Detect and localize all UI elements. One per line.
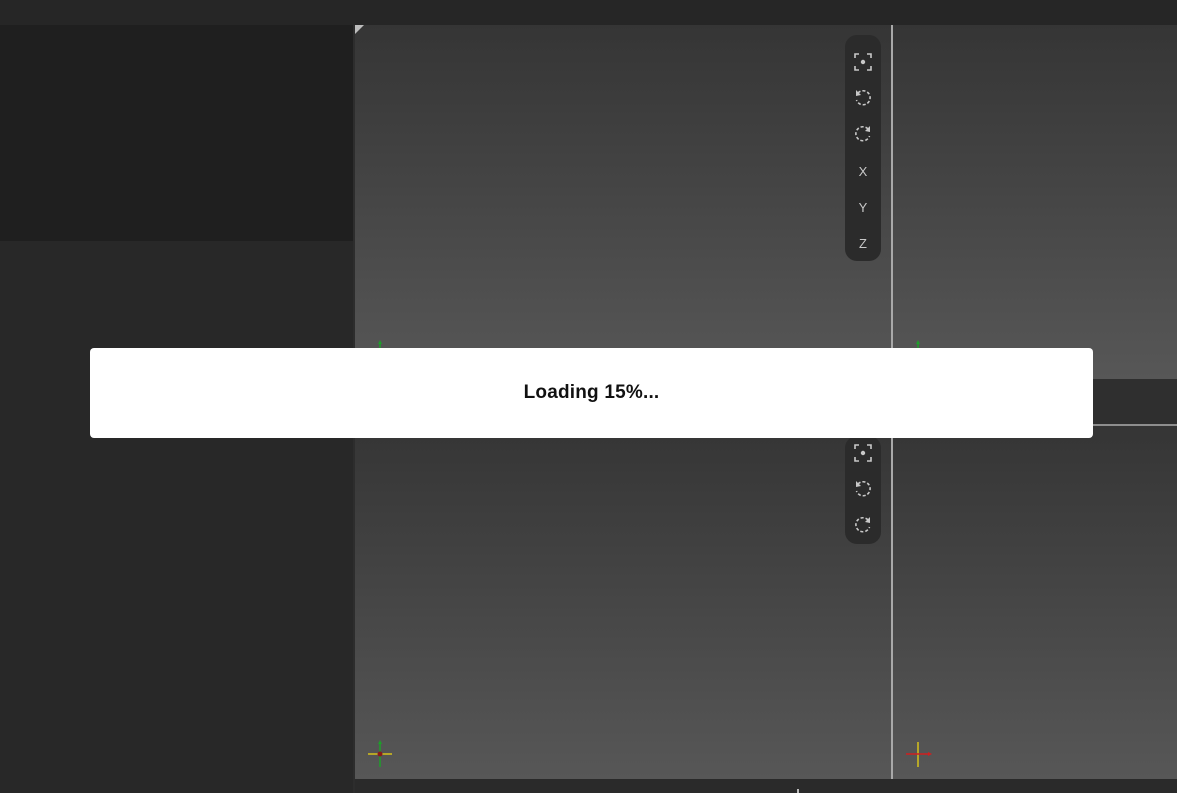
viewport-top-left[interactable]	[355, 25, 891, 379]
bottom-marker	[797, 789, 799, 793]
rotate-right-button[interactable]	[845, 117, 881, 153]
rotate-ccw-icon	[853, 479, 873, 502]
axes-gizmo	[365, 739, 395, 769]
axis-z-button[interactable]: Z	[845, 225, 881, 261]
top-bar	[0, 0, 1177, 25]
rotate-cw-icon	[853, 124, 873, 147]
viewport-toolbar-bottom	[845, 436, 881, 544]
focus-button[interactable]	[845, 436, 881, 472]
focus-button[interactable]	[845, 45, 881, 81]
viewport-bottom-left[interactable]	[355, 426, 891, 779]
viewport-corner-marker	[355, 25, 364, 34]
focus-icon	[853, 52, 873, 75]
axis-y-button[interactable]: Y	[845, 189, 881, 225]
axes-gizmo	[903, 739, 933, 769]
left-panel-bottom	[0, 241, 354, 793]
rotate-right-button[interactable]	[845, 508, 881, 544]
viewport-bottom-right[interactable]	[893, 426, 1177, 779]
viewport-toolbar-top: X Y Z	[845, 35, 881, 261]
loading-message: Loading 15%...	[523, 382, 660, 403]
axis-x-button[interactable]: X	[845, 153, 881, 189]
rotate-ccw-icon	[853, 88, 873, 111]
rotate-left-button[interactable]	[845, 81, 881, 117]
viewport-top-right[interactable]	[893, 25, 1177, 379]
rotate-left-button[interactable]	[845, 472, 881, 508]
focus-icon	[853, 443, 873, 466]
rotate-cw-icon	[853, 515, 873, 538]
bottom-strip	[355, 779, 1177, 793]
left-panel-top	[0, 25, 354, 241]
loading-dialog: Loading 15%...	[90, 348, 1093, 438]
